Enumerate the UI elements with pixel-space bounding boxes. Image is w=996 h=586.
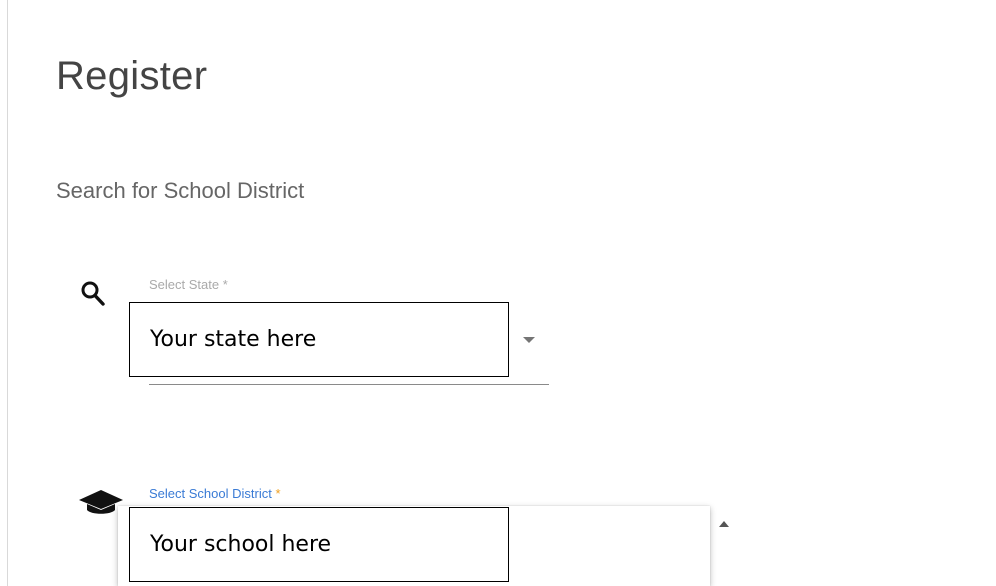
- state-field-label-text: Select State: [149, 277, 220, 292]
- register-page: Register Search for School District Sele…: [0, 0, 996, 586]
- state-field-label: Select State *: [149, 277, 228, 292]
- page-title: Register: [56, 54, 208, 98]
- district-required-mark: *: [275, 486, 281, 501]
- district-dropdown-arrow-icon[interactable]: [719, 521, 729, 527]
- district-select[interactable]: Your school here: [129, 507, 509, 582]
- state-dropdown-arrow-icon[interactable]: [523, 337, 535, 343]
- district-field-label-text: Select School District: [149, 486, 272, 501]
- state-field-underline: [149, 384, 549, 385]
- state-select-value: Your state here: [150, 327, 317, 352]
- state-select[interactable]: Your state here: [129, 302, 509, 377]
- search-icon: [81, 281, 105, 306]
- state-required-mark: *: [222, 277, 228, 292]
- section-subtitle: Search for School District: [56, 178, 305, 203]
- district-field-label: Select School District *: [149, 486, 281, 501]
- left-divider: [7, 0, 8, 586]
- district-select-value: Your school here: [150, 532, 332, 557]
